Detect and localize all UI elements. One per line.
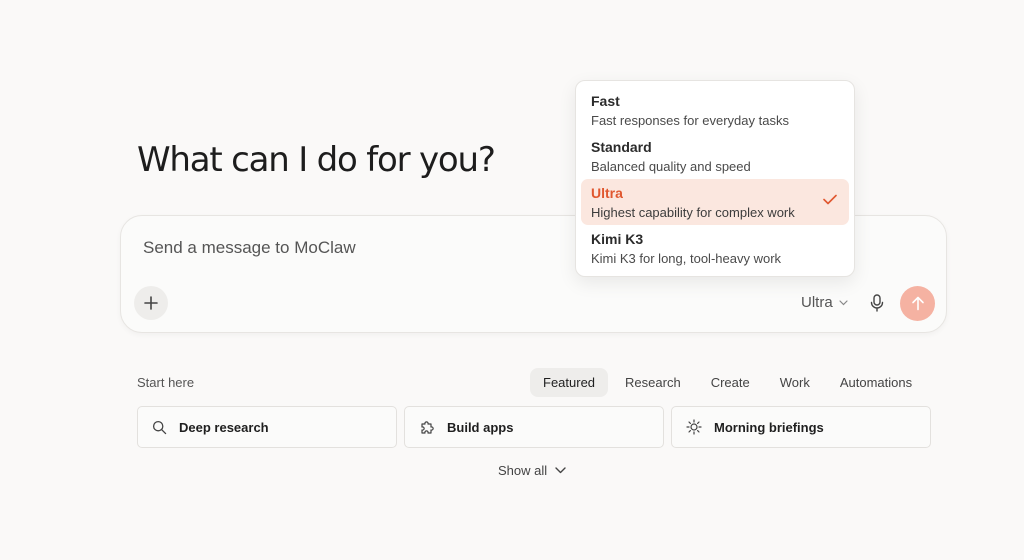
- page-title: What can I do for you?: [137, 140, 496, 180]
- add-attachment-button[interactable]: [134, 286, 168, 320]
- microphone-icon: [870, 294, 884, 312]
- model-option-description: Fast responses for everyday tasks: [591, 113, 789, 128]
- model-option-ultra[interactable]: Ultra Highest capability for complex wor…: [581, 179, 849, 225]
- card-deep-research[interactable]: Deep research: [137, 406, 397, 448]
- message-input[interactable]: [143, 238, 643, 258]
- model-option-title: Standard: [591, 139, 652, 155]
- tab-work[interactable]: Work: [767, 368, 823, 397]
- checkmark-icon: [823, 194, 837, 205]
- search-icon: [152, 420, 167, 435]
- show-all-label: Show all: [498, 463, 548, 478]
- show-all-button[interactable]: Show all: [498, 463, 566, 478]
- model-option-title: Ultra: [591, 185, 623, 201]
- card-label: Build apps: [447, 419, 514, 435]
- voice-input-button[interactable]: [865, 289, 889, 317]
- puzzle-icon: [419, 419, 435, 435]
- tab-create[interactable]: Create: [698, 368, 763, 397]
- tab-research[interactable]: Research: [612, 368, 694, 397]
- model-option-fast[interactable]: Fast Fast responses for everyday tasks: [581, 87, 849, 133]
- card-label: Morning briefings: [714, 419, 824, 435]
- suggestion-cards: Deep research Build apps Morning briefin…: [137, 406, 931, 448]
- model-dropdown-menu: Fast Fast responses for everyday tasks S…: [575, 80, 855, 277]
- model-option-description: Highest capability for complex work: [591, 205, 795, 220]
- card-morning-briefings[interactable]: Morning briefings: [671, 406, 931, 448]
- model-selector[interactable]: Ultra: [801, 294, 848, 311]
- send-button[interactable]: [900, 286, 935, 321]
- model-option-title: Fast: [591, 93, 620, 109]
- model-option-title: Kimi K3: [591, 231, 644, 247]
- plus-icon: [144, 296, 158, 310]
- start-here-label: Start here: [137, 375, 195, 390]
- model-option-description: Kimi K3 for long, tool-heavy work: [591, 251, 782, 266]
- tab-featured[interactable]: Featured: [530, 368, 609, 397]
- arrow-up-icon: [911, 296, 925, 311]
- card-build-apps[interactable]: Build apps: [404, 406, 664, 448]
- model-selector-label: Ultra: [801, 294, 833, 311]
- model-option-kimi-k3[interactable]: Kimi K3 Kimi K3 for long, tool-heavy wor…: [581, 225, 849, 271]
- tab-automations[interactable]: Automations: [827, 368, 925, 397]
- sun-icon: [686, 419, 702, 435]
- model-option-description: Balanced quality and speed: [591, 159, 751, 174]
- card-label: Deep research: [179, 419, 269, 435]
- chevron-down-icon: [839, 299, 848, 306]
- category-tabs: Featured Research Create Work Automation…: [530, 368, 925, 397]
- model-option-standard[interactable]: Standard Balanced quality and speed: [581, 133, 849, 179]
- chevron-down-icon: [555, 467, 566, 474]
